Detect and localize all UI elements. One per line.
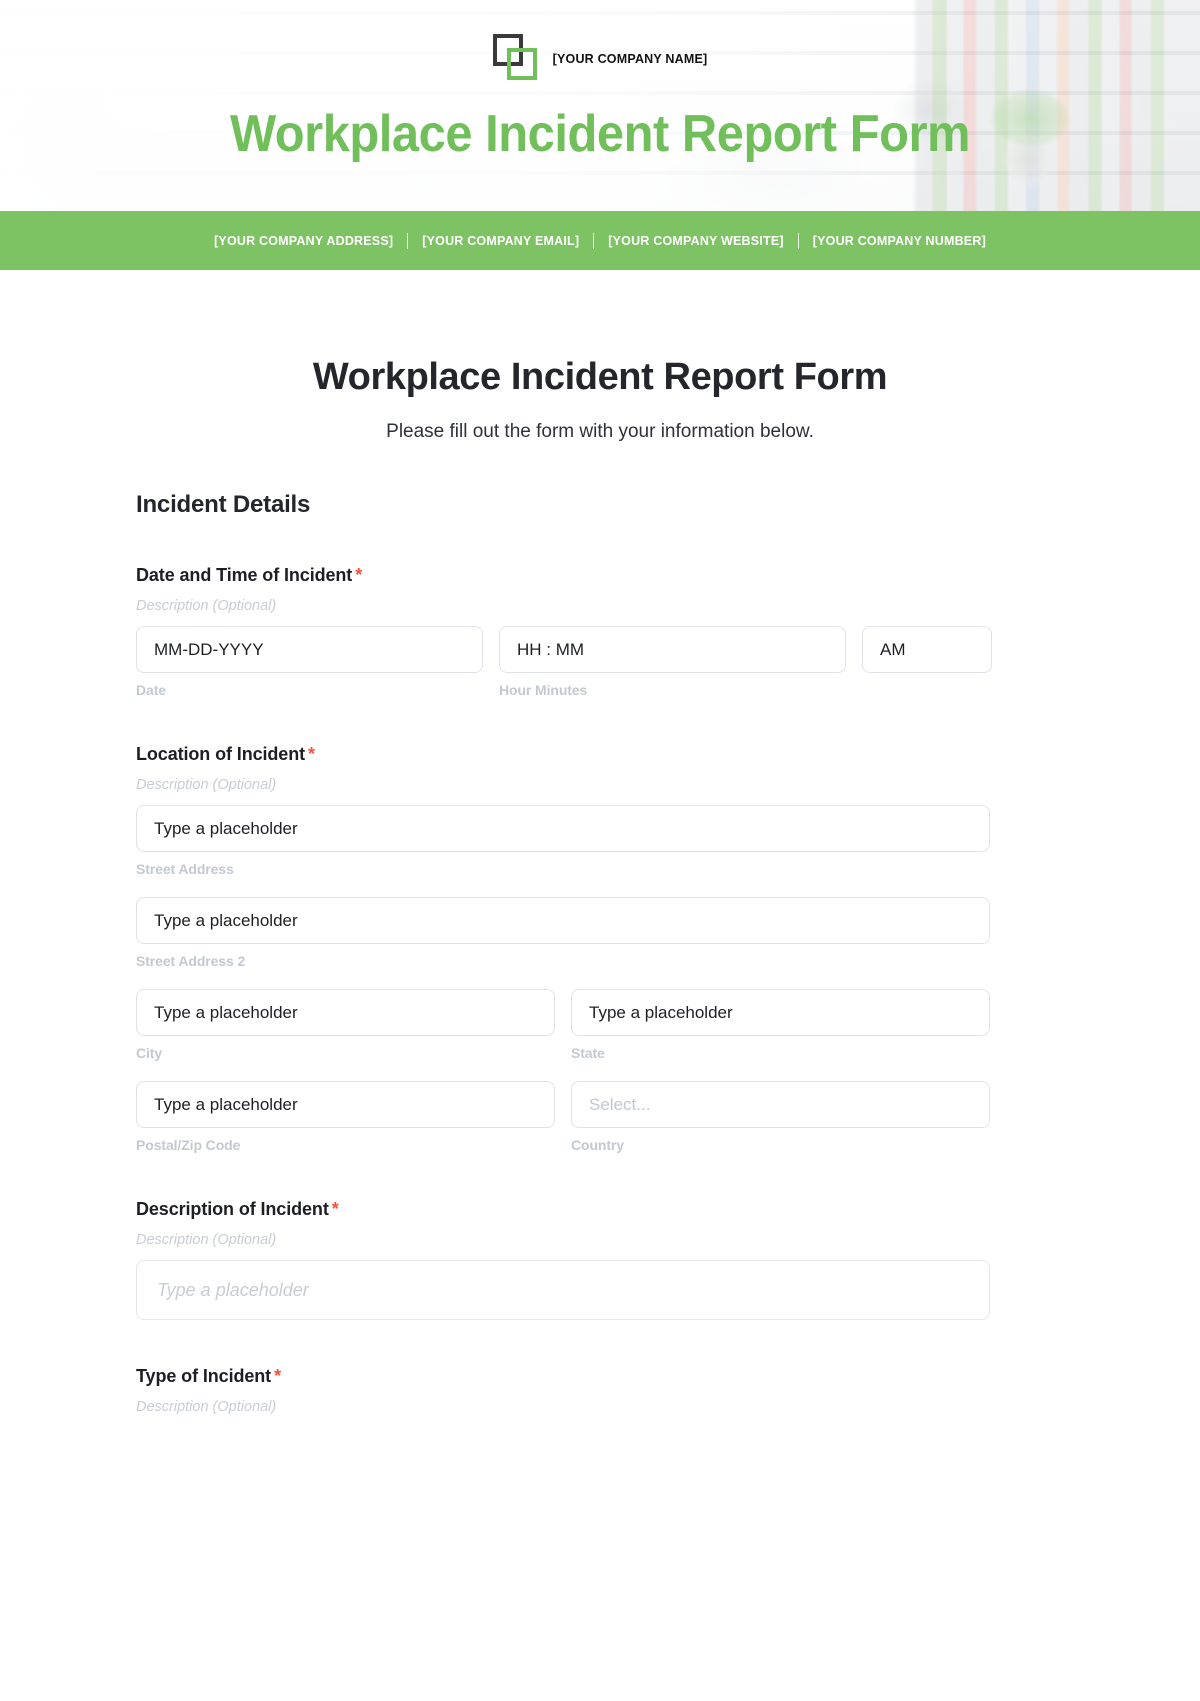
field-label-type-of-incident: Type of Incident * (136, 1366, 1064, 1387)
postal-code-group: Type a placeholder Postal/Zip Code (136, 1081, 555, 1153)
description-textarea-group: Type a placeholder (136, 1260, 990, 1320)
page-subtitle: Please fill out the form with your infor… (386, 421, 814, 442)
required-asterisk: * (331, 1199, 339, 1219)
sublabel-city: City (136, 1045, 163, 1061)
field-label-description-of-incident: Description of Incident * (136, 1199, 1064, 1220)
street-address-group: Type a placeholder Street Address (136, 805, 990, 877)
street-address-2-group: Type a placeholder Street Address 2 (136, 897, 990, 969)
date-time-input-row: MM-DD-YYYY Date HH : MM Hour Minutes AM (136, 626, 1064, 698)
time-input-group: HH : MM Hour Minutes (499, 626, 846, 698)
time-input[interactable]: HH : MM (499, 626, 846, 673)
required-asterisk: * (274, 1366, 281, 1386)
logo-square-green-icon (506, 48, 537, 80)
field-label-location: Location of Incident * (136, 744, 1064, 765)
field-description-location: Description (Optional) (136, 777, 277, 793)
field-description-type-of-incident: Description (Optional) (136, 1399, 277, 1415)
country-select[interactable]: Select... (571, 1081, 990, 1128)
postal-code-input[interactable]: Type a placeholder (136, 1081, 555, 1128)
state-input[interactable]: Type a placeholder (571, 989, 990, 1036)
city-group: Type a placeholder City (136, 989, 555, 1061)
field-label-text: Type of Incident (136, 1366, 272, 1386)
description-of-incident-textarea[interactable]: Type a placeholder (136, 1260, 990, 1320)
meridiem-select[interactable]: AM (862, 626, 992, 673)
required-asterisk: * (308, 744, 315, 764)
contact-info-bar: [YOUR COMPANY ADDRESS] [YOUR COMPANY EMA… (0, 211, 1200, 270)
field-label-text: Description of Incident (136, 1199, 329, 1219)
street-address-2-row: Type a placeholder Street Address 2 (136, 897, 1064, 969)
street-address-input[interactable]: Type a placeholder (136, 805, 990, 852)
page-header-banner: [YOUR COMPANY NAME] Workplace Incident R… (0, 0, 1200, 211)
date-input-group: MM-DD-YYYY Date (136, 626, 483, 698)
street-address-row: Type a placeholder Street Address (136, 805, 1064, 877)
form-fields-container: Incident Details Date and Time of Incide… (136, 491, 1064, 1415)
country-group: Select... Country (571, 1081, 990, 1153)
sublabel-date: Date (136, 682, 166, 698)
field-date-and-time-of-incident: Date and Time of Incident * Description (… (136, 565, 1064, 698)
contact-item-website: [YOUR COMPANY WEBSITE] (608, 233, 784, 248)
sublabel-street-address-2: Street Address 2 (136, 953, 246, 969)
date-input[interactable]: MM-DD-YYYY (136, 626, 483, 673)
form-body: Workplace Incident Report Form Please fi… (0, 270, 1200, 1415)
section-heading-incident-details: Incident Details (136, 491, 311, 518)
field-label-text: Date and Time of Incident (136, 565, 353, 585)
city-input[interactable]: Type a placeholder (136, 989, 555, 1036)
field-description-date-and-time: Description (Optional) (136, 598, 277, 614)
field-label-text: Location of Incident (136, 744, 305, 764)
sublabel-postal-zip-code: Postal/Zip Code (136, 1137, 241, 1153)
banner-title: Workplace Incident Report Form (229, 105, 971, 163)
sublabel-state: State (571, 1045, 605, 1061)
page-title: Workplace Incident Report Form (312, 356, 888, 398)
sublabel-country: Country (571, 1137, 624, 1153)
city-state-row: Type a placeholder City Type a placehold… (136, 989, 1064, 1061)
contact-item-email: [YOUR COMPANY EMAIL] (422, 233, 580, 248)
postal-country-row: Type a placeholder Postal/Zip Code Selec… (136, 1081, 1064, 1153)
field-location-of-incident: Location of Incident * Description (Optio… (136, 744, 1064, 1153)
sublabel-street-address: Street Address (136, 861, 234, 877)
contact-item-number: [YOUR COMPANY NUMBER] (812, 233, 986, 248)
company-name-label: [YOUR COMPANY NAME] (552, 52, 708, 66)
form-header: Workplace Incident Report Form Please fi… (0, 270, 1200, 443)
company-logo-icon (492, 34, 539, 84)
street-address-2-input[interactable]: Type a placeholder (136, 897, 990, 944)
field-type-of-incident: Type of Incident * Description (Optional) (136, 1366, 1064, 1415)
contact-item-address: [YOUR COMPANY ADDRESS] (214, 233, 394, 248)
brand-logo-row: [YOUR COMPANY NAME] (0, 34, 1200, 84)
sublabel-hour-minutes: Hour Minutes (499, 682, 588, 698)
field-description-description-of-incident: Description (Optional) (136, 1232, 277, 1248)
state-group: Type a placeholder State (571, 989, 990, 1061)
field-label-date-and-time: Date and Time of Incident * (136, 565, 1064, 586)
field-description-of-incident: Description of Incident * Description (Op… (136, 1199, 1064, 1320)
description-textarea-row: Type a placeholder (136, 1260, 1064, 1320)
required-asterisk: * (355, 565, 363, 585)
meridiem-input-group: AM (862, 626, 992, 673)
